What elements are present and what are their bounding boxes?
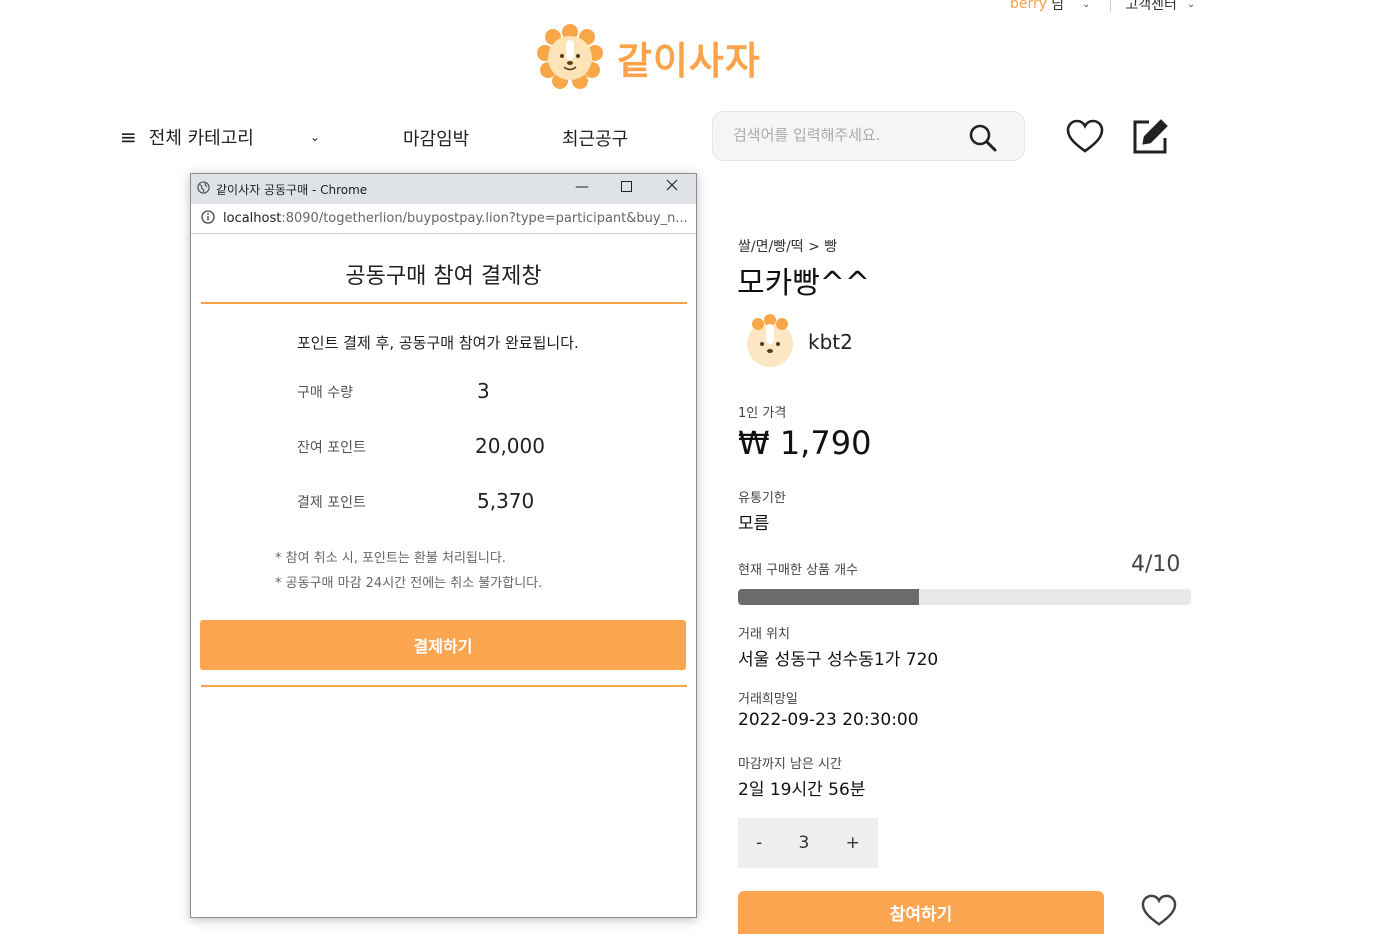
location-value: 서울 성동구 성수동1가 720 <box>738 650 939 670</box>
popup-titlebar[interactable]: 같이사자 공동구매 - Chrome — <box>191 174 696 204</box>
payment-heading: 공동구매 참여 결제창 <box>345 264 542 289</box>
search-icon[interactable] <box>968 123 998 157</box>
popup-window-title: 같이사자 공동구매 - Chrome <box>216 182 368 197</box>
balance-value: 20,000 <box>475 434 545 458</box>
payment-message: 포인트 결제 후, 공동구매 참여가 완료됩니다. <box>297 334 579 352</box>
info-icon[interactable] <box>201 209 215 228</box>
pay-points-label: 결제 포인트 <box>297 495 366 511</box>
lion-logo-icon <box>537 24 603 89</box>
minimize-icon[interactable]: — <box>575 179 589 195</box>
all-categories-label: 전체 카테고리 <box>148 128 254 149</box>
purchased-label: 현재 구매한 상품 개수 <box>738 563 859 578</box>
divider <box>201 685 687 687</box>
date-label: 거래희망일 <box>738 692 798 707</box>
location-label: 거래 위치 <box>738 627 790 642</box>
seller-avatar <box>747 314 793 367</box>
quantity-stepper: - 3 + <box>738 818 878 868</box>
user-name[interactable]: berry <box>1010 0 1047 12</box>
remaining-label: 마감까지 남은 시간 <box>738 757 842 772</box>
refund-note: * 참여 취소 시, 포인트는 환불 처리됩니다. <box>275 551 506 566</box>
site-logo[interactable]: 같이사자 <box>537 24 761 90</box>
address-bar[interactable]: localhost:8090/togetherlion/buypostpay.l… <box>191 204 696 234</box>
maximize-icon[interactable] <box>621 180 632 196</box>
nav-recent[interactable]: 최근공구 <box>562 125 628 151</box>
search-input[interactable] <box>733 126 953 144</box>
balance-label: 잔여 포인트 <box>297 440 366 456</box>
remaining-value: 2일 19시간 56분 <box>738 780 866 800</box>
divider <box>1110 0 1112 11</box>
price-label: 1인 가격 <box>738 406 787 421</box>
user-suffix: 님 <box>1051 0 1064 13</box>
pay-button[interactable]: 결제하기 <box>200 620 686 670</box>
breadcrumb[interactable]: 쌀/면/빵/떡 > 빵 <box>738 236 837 256</box>
search-box <box>712 111 1025 161</box>
progress-fill <box>738 589 920 605</box>
brand-name: 같이사자 <box>617 38 761 83</box>
cancel-note: * 공동구매 마감 24시간 전에는 취소 불가합니다. <box>275 576 543 591</box>
seller-name: kbt2 <box>808 330 853 354</box>
product-title: 모카빵^^ <box>737 266 871 301</box>
url-host: localhost <box>223 211 282 226</box>
all-categories-menu[interactable]: ≡ 전체 카테고리 ⌄ <box>120 124 320 150</box>
quantity-value: 3 <box>798 833 810 853</box>
quantity-value: 3 <box>477 379 490 403</box>
divider <box>201 302 687 304</box>
product-price: ₩ 1,790 <box>738 424 872 462</box>
date-value: 2022-09-23 20:30:00 <box>738 710 919 730</box>
seller-info[interactable]: kbt2 <box>746 314 853 370</box>
hamburger-icon: ≡ <box>120 125 137 149</box>
close-icon[interactable] <box>666 179 678 195</box>
increase-button[interactable]: + <box>846 833 860 853</box>
purchase-progress-bar <box>738 589 1191 605</box>
purchased-count: 4/10 <box>1131 552 1181 577</box>
write-post-icon[interactable] <box>1131 118 1169 160</box>
url-path: :8090/togetherlion/buypostpay.lion?type=… <box>281 211 688 226</box>
chevron-down-icon: ⌄ <box>309 130 320 144</box>
decrease-button[interactable]: - <box>756 833 762 853</box>
chevron-down-icon[interactable]: ⌄ <box>1082 0 1090 10</box>
join-button[interactable]: 참여하기 <box>738 891 1104 934</box>
nav-closing-soon[interactable]: 마감임박 <box>403 125 469 151</box>
payment-popup-window: 같이사자 공동구매 - Chrome — localhost:8090/toge… <box>190 173 697 918</box>
chevron-down-icon[interactable]: ⌄ <box>1187 0 1195 10</box>
pay-points-value: 5,370 <box>477 489 535 513</box>
top-utility-bar: berry 님 ⌄ 고객센터 ⌄ <box>1010 0 1195 14</box>
customer-center-link[interactable]: 고객센터 <box>1125 0 1177 14</box>
like-heart-icon[interactable] <box>1141 894 1177 932</box>
wishlist-heart-icon[interactable] <box>1066 119 1104 159</box>
quantity-label: 구매 수량 <box>297 385 353 401</box>
expiry-label: 유통기한 <box>738 491 786 506</box>
globe-icon <box>197 181 210 197</box>
expiry-value: 모름 <box>738 514 770 534</box>
